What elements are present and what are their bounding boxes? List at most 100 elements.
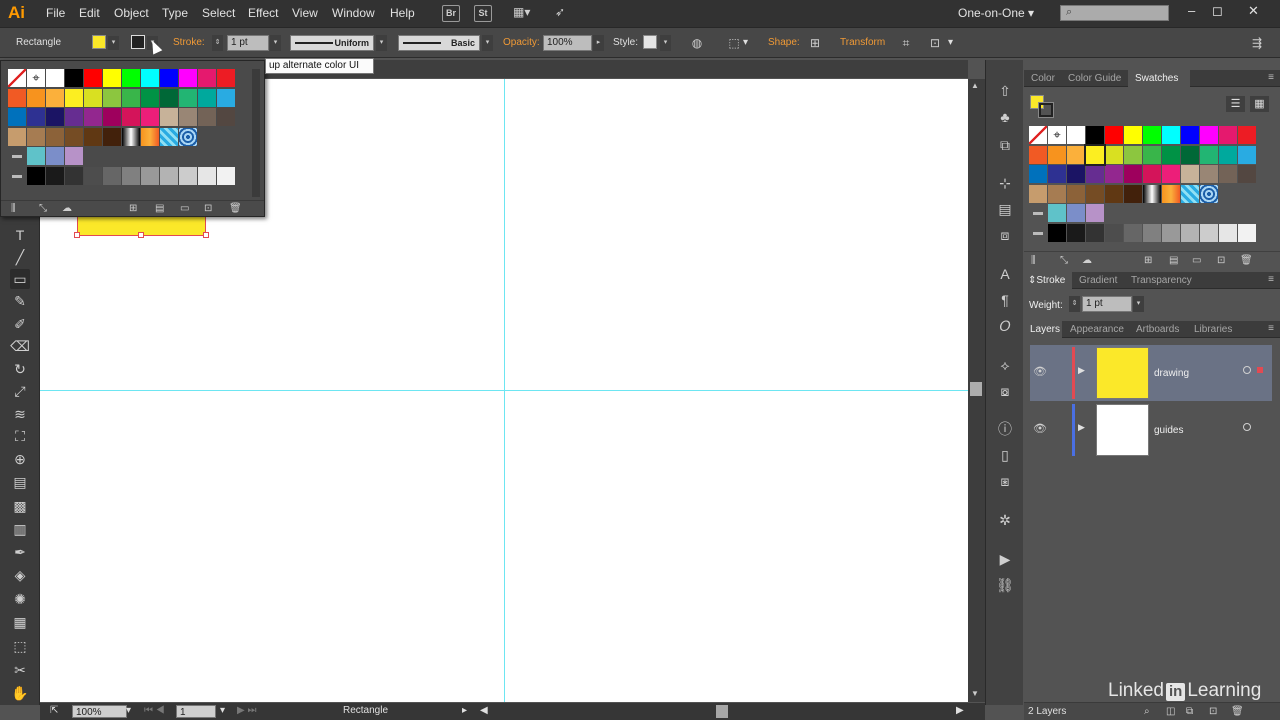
none-swatch[interactable] [1029, 126, 1047, 144]
layer-row-drawing[interactable]: 👁 ▶ drawing [1030, 345, 1272, 401]
color-swatch[interactable] [65, 88, 83, 107]
character-icon[interactable]: A [996, 265, 1014, 283]
color-swatch[interactable] [27, 108, 45, 126]
color-swatch[interactable] [1181, 223, 1199, 242]
color-swatch[interactable] [1219, 165, 1237, 183]
color-swatch[interactable] [1067, 126, 1085, 144]
stroke-weight-field[interactable]: 1 pt [227, 35, 269, 51]
show-kinds-icon[interactable]: ⤡ [1060, 255, 1068, 266]
color-swatch[interactable] [46, 108, 64, 126]
color-swatch[interactable] [1181, 145, 1199, 164]
color-swatch[interactable] [1086, 223, 1104, 242]
style-dropdown[interactable]: ▾ [660, 35, 671, 51]
color-swatch[interactable] [8, 127, 26, 146]
align-panel-icon[interactable]: ⊹ [996, 174, 1014, 192]
color-swatch[interactable] [27, 127, 45, 146]
stroke-label[interactable]: Stroke: [173, 37, 205, 48]
rectangle-tool-icon[interactable]: ▭ [10, 269, 30, 289]
show-kinds-icon[interactable]: ⤡ [39, 203, 47, 214]
color-swatch[interactable] [1086, 126, 1104, 144]
color-swatch[interactable] [1029, 184, 1047, 203]
new-folder-icon[interactable]: ▭ [1192, 255, 1201, 266]
color-swatch[interactable] [46, 88, 64, 107]
color-swatch[interactable] [1086, 204, 1104, 222]
graph-tool-icon[interactable]: ▦ [10, 612, 30, 632]
color-swatch[interactable] [65, 108, 83, 126]
weight-field[interactable]: 1 pt [1082, 296, 1132, 312]
color-swatch[interactable] [84, 166, 102, 185]
asset-export-icon[interactable]: ⧉ [996, 136, 1014, 154]
registration-swatch[interactable]: ⌖ [1048, 126, 1066, 144]
close-button[interactable]: ✕ [1248, 3, 1259, 19]
expand-triangle-icon[interactable]: ▶ [1078, 422, 1085, 433]
layer-name[interactable]: drawing [1154, 368, 1189, 379]
symbol-sprayer-tool-icon[interactable]: ✺ [10, 589, 30, 609]
color-swatch[interactable] [1124, 184, 1142, 203]
color-swatch[interactable] [84, 127, 102, 146]
isolate-icon[interactable]: ⌗ [899, 37, 913, 49]
artboard-tool-icon[interactable]: ⬚ [10, 636, 30, 656]
scroll-left-icon[interactable]: ◀ [480, 705, 488, 716]
color-swatch[interactable] [103, 108, 121, 126]
color-swatch[interactable] [1200, 165, 1218, 183]
color-swatch[interactable] [27, 88, 45, 107]
color-swatch[interactable] [141, 108, 159, 126]
warp-tool-icon[interactable]: ≋ [10, 404, 30, 424]
vertical-scroll-thumb[interactable] [970, 382, 982, 396]
pattern-swatch[interactable] [160, 127, 178, 146]
swatch-options-icon[interactable]: ⊞ [1144, 255, 1152, 266]
free-transform-tool-icon[interactable]: ⛶ [10, 426, 30, 446]
color-swatch[interactable] [103, 69, 121, 87]
last-artboard-icon[interactable]: ▶ ⏭ [237, 705, 256, 716]
color-swatch[interactable] [1067, 204, 1085, 222]
color-swatch[interactable] [1200, 145, 1218, 164]
fill-swatch[interactable] [92, 35, 106, 49]
color-swatch[interactable] [1086, 184, 1104, 203]
color-swatch[interactable] [1143, 165, 1161, 183]
color-swatch[interactable] [84, 108, 102, 126]
color-swatch[interactable] [141, 88, 159, 107]
color-swatch[interactable] [65, 127, 83, 146]
color-swatch[interactable] [46, 166, 64, 185]
selection-indicator[interactable] [1257, 367, 1263, 373]
stroke-stepper[interactable]: ⇕ [212, 35, 223, 51]
color-swatch[interactable] [141, 69, 159, 87]
color-swatch[interactable] [122, 108, 140, 126]
color-swatch[interactable] [217, 108, 235, 126]
blend-tool-icon[interactable]: ◈ [10, 565, 30, 585]
resize-handle[interactable] [203, 232, 209, 238]
status-artboard-nav-icon[interactable]: ⇱ [50, 705, 58, 716]
transform-label[interactable]: Transform [840, 37, 885, 48]
zoom-field[interactable]: 100% [72, 705, 127, 718]
color-swatch[interactable] [1162, 126, 1180, 144]
color-swatch[interactable] [103, 88, 121, 107]
color-swatch[interactable] [1067, 184, 1085, 203]
color-swatch[interactable] [1067, 165, 1085, 183]
recolor-artwork-icon[interactable]: ◍ [690, 37, 704, 49]
color-swatch[interactable] [1238, 145, 1256, 164]
scroll-down-icon[interactable]: ▼ [971, 689, 979, 698]
color-swatch[interactable] [1162, 223, 1180, 242]
scroll-right-icon[interactable]: ▶ [956, 705, 964, 716]
line-tool-icon[interactable]: ╱ [10, 247, 30, 267]
color-swatch[interactable] [160, 166, 178, 185]
align-icon[interactable]: ⬚ [727, 37, 741, 49]
color-swatch[interactable] [1181, 165, 1199, 183]
image-trace-icon[interactable]: ⧇ [996, 382, 1014, 400]
color-swatch[interactable] [217, 69, 235, 87]
link-icon[interactable]: ⛓ [996, 576, 1014, 594]
align-dropdown[interactable]: ▾ [743, 37, 748, 48]
control-menu-icon[interactable]: ⇶ [1250, 37, 1264, 49]
stock-button[interactable]: St [474, 5, 492, 22]
rotate-tool-icon[interactable]: ↻ [10, 359, 30, 379]
color-swatch[interactable] [1162, 145, 1180, 164]
shaper-tool-icon[interactable]: ✐ [10, 314, 30, 334]
color-swatch[interactable] [1105, 223, 1123, 242]
color-swatch[interactable] [27, 147, 45, 165]
paragraph-icon[interactable]: ¶ [996, 291, 1014, 309]
menu-window[interactable]: Window [332, 6, 375, 20]
arrange-documents-icon[interactable]: ▦▾ [513, 6, 530, 18]
tab-stroke[interactable]: ⇕Stroke [1028, 275, 1065, 286]
color-swatch[interactable] [1238, 223, 1256, 242]
gradient-swatch[interactable] [141, 127, 159, 146]
